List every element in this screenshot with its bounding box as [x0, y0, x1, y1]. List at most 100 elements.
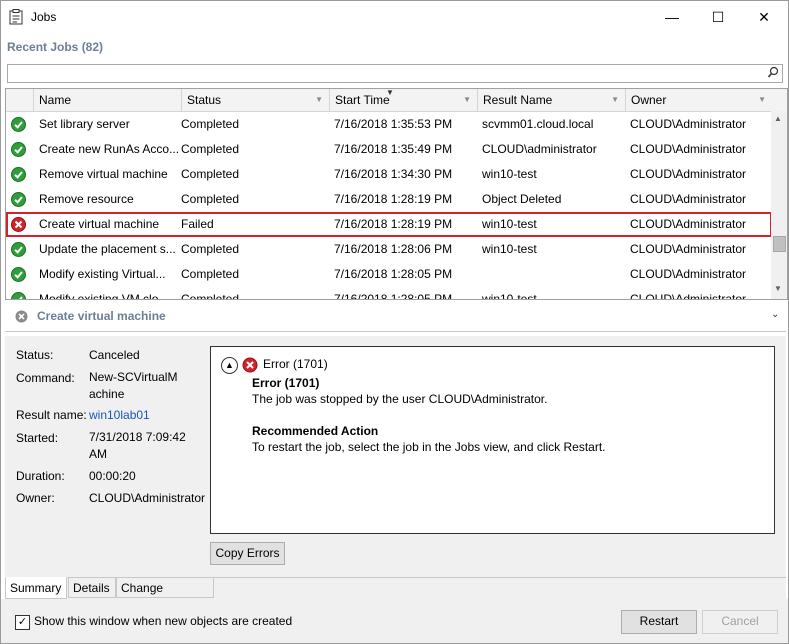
- jobs-grid: Name Status ▼ ▼ Start Time ▼ Result Name ▼ O…: [5, 88, 788, 300]
- success-icon: [11, 117, 26, 132]
- grid-header: Name Status ▼ ▼ Start Time ▼ Result Name ▼ O…: [6, 89, 787, 112]
- cell-owner: CLOUD\Administrator: [630, 267, 747, 281]
- restart-button[interactable]: Restart: [621, 610, 697, 634]
- window-title: Jobs: [31, 10, 57, 24]
- error-message: The job was stopped by the user CLOUD\Ad…: [252, 392, 548, 406]
- recent-jobs-label: Recent Jobs (82): [7, 40, 104, 54]
- cell-name: Set library server: [39, 117, 130, 131]
- scroll-down-icon[interactable]: ▼: [774, 284, 782, 293]
- tab-details[interactable]: Details: [68, 578, 116, 598]
- cell-result: scvmm01.cloud.local: [482, 117, 594, 131]
- duration-label: Duration:: [16, 469, 65, 483]
- cell-owner: CLOUD\Administrator: [630, 242, 747, 256]
- column-header-name[interactable]: Name: [34, 89, 182, 111]
- column-header-start-time[interactable]: ▼ Start Time ▼: [330, 89, 478, 111]
- table-row[interactable]: Create new RunAs Acco... Completed 7/16/20…: [6, 137, 772, 162]
- table-row[interactable]: Remove resource Completed 7/16/2018 1:28:1…: [6, 187, 772, 212]
- status-label: Status:: [16, 348, 54, 362]
- chevron-up-icon: ▲: [225, 360, 234, 370]
- cell-result: [482, 262, 626, 287]
- filter-dropdown-icon[interactable]: ▼: [611, 89, 619, 111]
- cell-owner: CLOUD\Administrator: [630, 117, 747, 131]
- cancel-button[interactable]: Cancel: [702, 610, 778, 634]
- filter-dropdown-icon[interactable]: ▼: [758, 89, 766, 111]
- filter-dropdown-icon[interactable]: ▼: [463, 89, 471, 111]
- table-row[interactable]: Modify existing Virtual... Completed 7/16/…: [6, 262, 772, 287]
- detail-header[interactable]: Create virtual machine ⌄: [5, 303, 786, 332]
- error-code-title: Error (1701): [252, 376, 320, 390]
- filter-dropdown-icon[interactable]: ▼: [315, 89, 323, 111]
- cell-name: Modify existing VM clo...: [39, 292, 169, 300]
- vertical-scrollbar[interactable]: ▲ ▼: [771, 111, 787, 299]
- cell-owner: CLOUD\Administrator: [630, 217, 747, 231]
- table-row[interactable]: Modify existing VM clo... Completed 7/16/2…: [6, 287, 772, 300]
- started-label: Started:: [16, 431, 59, 445]
- cell-status: Completed: [181, 142, 240, 156]
- canceled-icon: [15, 310, 28, 323]
- search-box[interactable]: [7, 64, 783, 83]
- close-button[interactable]: ✕: [741, 1, 787, 33]
- result-name-link[interactable]: win10lab01: [89, 407, 209, 424]
- cell-status: Completed: [181, 117, 240, 131]
- copy-errors-button[interactable]: Copy Errors: [210, 542, 285, 565]
- cell-owner: CLOUD\Administrator: [630, 167, 747, 181]
- cell-start: 7/16/2018 1:35:49 PM: [334, 142, 453, 156]
- cell-start: 7/16/2018 1:28:06 PM: [334, 242, 453, 256]
- cell-start: 7/16/2018 1:28:05 PM: [334, 292, 453, 300]
- column-header-owner[interactable]: Owner ▼: [626, 89, 772, 111]
- title-bar: Jobs — ☐ ✕: [1, 1, 788, 33]
- search-input[interactable]: [8, 65, 762, 82]
- column-header-status[interactable]: Status ▼: [182, 89, 330, 111]
- minimize-icon: —: [665, 9, 679, 25]
- cell-result: win10-test: [482, 292, 537, 300]
- cell-status: Failed: [181, 217, 214, 231]
- chevron-down-icon[interactable]: ⌄: [771, 309, 779, 320]
- cell-result: CLOUD\administrator: [482, 142, 597, 156]
- show-window-label: Show this window when new objects are cr…: [34, 614, 293, 628]
- scroll-thumb[interactable]: [773, 236, 786, 252]
- recommended-action-text: To restart the job, select the job in th…: [252, 440, 606, 454]
- cell-owner: CLOUD\Administrator: [630, 192, 747, 206]
- result-name-label: Result name:: [16, 408, 87, 422]
- tab-change-tracking[interactable]: Change Tracking: [116, 578, 214, 615]
- duration-value: 00:00:20: [89, 469, 136, 483]
- success-icon: [11, 267, 26, 282]
- cell-start: 7/16/2018 1:35:53 PM: [334, 117, 453, 131]
- table-row[interactable]: Create virtual machine Failed 7/16/2018 1:…: [6, 212, 772, 237]
- tab-summary[interactable]: Summary: [5, 577, 67, 599]
- maximize-icon: ☐: [711, 9, 725, 25]
- collapse-toggle-button[interactable]: ▲: [221, 357, 238, 374]
- search-icon[interactable]: [767, 66, 779, 80]
- cell-status: Completed: [181, 192, 240, 206]
- success-icon: [11, 142, 26, 157]
- cell-status: Completed: [181, 267, 240, 281]
- show-window-checkbox[interactable]: ✓: [15, 615, 30, 630]
- close-icon: ✕: [758, 9, 770, 25]
- cell-start: 7/16/2018 1:28:05 PM: [334, 267, 453, 281]
- cell-name: Modify existing Virtual...: [39, 267, 166, 281]
- table-row[interactable]: Remove virtual machine Completed 7/16/2018…: [6, 162, 772, 187]
- cell-name: Create new RunAs Acco...: [39, 142, 179, 156]
- summary-panel: Status: Canceled Command: New-SCVirtualM…: [5, 336, 786, 577]
- owner-label: Owner:: [16, 491, 55, 505]
- checkmark-icon: ✓: [17, 616, 28, 628]
- cell-status: Completed: [181, 292, 240, 300]
- table-row[interactable]: Update the placement s... Completed 7/16/2…: [6, 237, 772, 262]
- cell-result: win10-test: [482, 242, 537, 256]
- error-icon: [11, 217, 26, 232]
- detail-title: Create virtual machine: [37, 309, 166, 323]
- success-icon: [11, 292, 26, 299]
- owner-value: CLOUD\Administrator: [89, 491, 206, 505]
- scroll-up-icon[interactable]: ▲: [774, 114, 782, 123]
- cell-result: win10-test: [482, 167, 537, 181]
- cell-name: Remove virtual machine: [39, 167, 168, 181]
- column-header-result-name[interactable]: Result Name ▼: [478, 89, 626, 111]
- cell-start: 7/16/2018 1:34:30 PM: [334, 167, 453, 181]
- table-row[interactable]: Set library server Completed 7/16/2018 1:3…: [6, 112, 772, 137]
- minimize-button[interactable]: —: [649, 1, 695, 33]
- maximize-button[interactable]: ☐: [695, 1, 741, 33]
- sort-descending-icon: ▼: [386, 88, 394, 97]
- cell-owner: CLOUD\Administrator: [630, 142, 747, 156]
- cell-status: Completed: [181, 242, 240, 256]
- detail-tabs: Summary Details Change Tracking: [5, 577, 786, 615]
